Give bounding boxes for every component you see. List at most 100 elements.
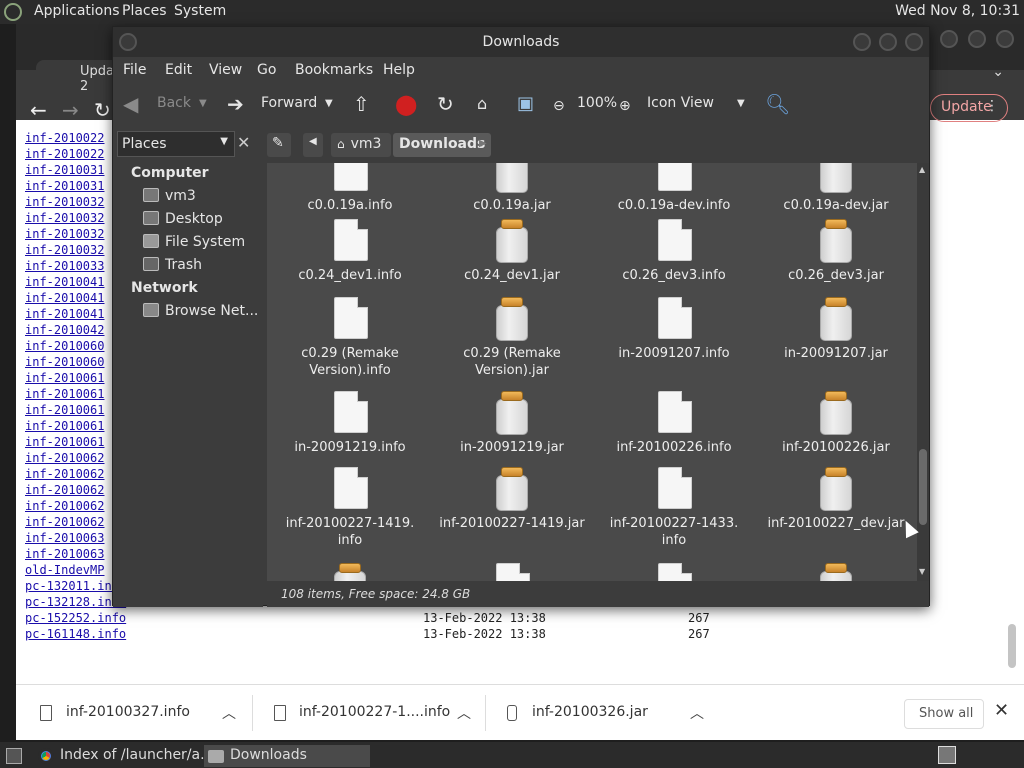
listing-link[interactable]: inf-2010061 <box>25 419 104 433</box>
sidebar-item-trash[interactable]: Trash <box>143 257 202 273</box>
listing-link[interactable]: inf-2010032 <box>25 211 104 225</box>
menu-bookmarks[interactable]: Bookmarks <box>295 62 373 78</box>
listing-link[interactable]: inf-2010032 <box>25 243 104 257</box>
jar-file-item[interactable] <box>275 563 425 581</box>
listing-link[interactable]: inf-2010061 <box>25 371 104 385</box>
info-file-item[interactable]: in-20091207.info <box>599 297 749 362</box>
browser-scrollbar-thumb[interactable] <box>1008 624 1016 668</box>
forward-button[interactable]: Forward <box>261 95 317 111</box>
browser-maximize-button[interactable] <box>968 30 986 48</box>
workspace-switcher[interactable] <box>936 745 958 767</box>
listing-link[interactable]: inf-2010061 <box>25 403 104 417</box>
jar-file-item[interactable]: in-20091207.jar <box>761 297 911 362</box>
back-button[interactable]: Back <box>157 95 191 111</box>
info-file-item[interactable]: c0.0.19a-dev.info <box>599 163 749 214</box>
listing-link[interactable]: inf-2010041 <box>25 291 104 305</box>
scrollbar-thumb[interactable] <box>919 449 927 525</box>
sidebar-item-vm3[interactable]: vm3 <box>143 188 196 204</box>
download-item[interactable]: inf-20100327.info ︿ <box>16 685 252 741</box>
listing-link[interactable]: pc-161148.info <box>25 627 126 641</box>
up-arrow-icon[interactable]: ⇧ <box>353 93 370 115</box>
listing-link[interactable]: inf-2010063 <box>25 531 104 545</box>
forward-dropdown-icon[interactable]: ▼ <box>325 98 333 109</box>
sidebar-type-select[interactable]: Places ▼ <box>117 131 235 157</box>
taskbar-item-downloads[interactable]: Downloads <box>204 745 370 767</box>
show-desktop-button[interactable] <box>2 745 32 767</box>
path-segment-vm3[interactable]: ⌂ vm3 <box>331 133 391 157</box>
jar-file-item[interactable]: in-20091219.jar <box>437 391 587 456</box>
info-file-item[interactable]: c0.0.19a.info <box>275 163 425 214</box>
places-menu[interactable]: Places <box>122 3 167 19</box>
jar-file-item[interactable]: c0.24_dev1.jar <box>437 219 587 284</box>
stop-icon[interactable]: ⬤ <box>395 93 417 115</box>
jar-file-item[interactable]: c0.26_dev3.jar <box>761 219 911 284</box>
info-file-item[interactable] <box>599 563 749 581</box>
listing-link[interactable]: pc-132011.info <box>25 579 126 593</box>
window-menu-button[interactable] <box>119 33 137 51</box>
listing-link[interactable]: inf-2010062 <box>25 499 104 513</box>
chevron-up-icon[interactable]: ︿ <box>457 703 471 723</box>
listing-link[interactable]: inf-2010060 <box>25 339 104 353</box>
listing-link[interactable]: inf-2010060 <box>25 355 104 369</box>
listing-link[interactable]: old-IndevMP <box>25 563 104 577</box>
listing-link[interactable]: inf-2010042 <box>25 323 104 337</box>
sidebar-item-file-system[interactable]: File System <box>143 234 245 250</box>
listing-link[interactable]: inf-2010031 <box>25 163 104 177</box>
kebab-menu-icon[interactable]: ⋮ <box>985 98 999 114</box>
maximize-button[interactable] <box>879 33 897 51</box>
fm-titlebar[interactable]: Downloads <box>113 27 929 57</box>
file-view-scrollbar[interactable]: ▲ ▼ <box>917 163 929 581</box>
back-dropdown-icon[interactable]: ▼ <box>199 98 207 109</box>
listing-link[interactable]: inf-2010062 <box>25 515 104 529</box>
minimize-button[interactable] <box>853 33 871 51</box>
listing-link[interactable]: inf-2010031 <box>25 179 104 193</box>
computer-icon[interactable]: ▣ <box>517 93 534 115</box>
listing-link[interactable]: inf-2010032 <box>25 227 104 241</box>
listing-link[interactable]: inf-2010032 <box>25 195 104 209</box>
jar-file-item[interactable]: c0.29 (Remake Version).jar <box>437 297 587 379</box>
jar-file-item[interactable]: inf-20100226.jar <box>761 391 911 456</box>
scroll-up-icon[interactable]: ▲ <box>919 165 925 174</box>
chevron-up-icon[interactable]: ︿ <box>690 703 704 723</box>
download-item[interactable]: inf-20100227-1....info ︿ <box>252 685 485 741</box>
zoom-level[interactable]: 100% <box>577 95 617 111</box>
chevron-up-icon[interactable]: ︿ <box>222 703 236 723</box>
reload-icon[interactable]: ↻ <box>437 93 454 115</box>
listing-link[interactable]: inf-2010041 <box>25 307 104 321</box>
path-scroll-left-icon[interactable]: ◀ <box>303 133 323 157</box>
scroll-down-icon[interactable]: ▼ <box>919 567 925 576</box>
show-all-button[interactable]: Show all <box>904 699 984 729</box>
listing-link[interactable]: inf-2010062 <box>25 451 104 465</box>
listing-link[interactable]: pc-132128.info <box>25 595 126 609</box>
listing-link[interactable]: inf-2010022 <box>25 147 104 161</box>
close-icon[interactable]: ✕ <box>994 700 1009 721</box>
file-icon-view[interactable]: c0.0.19a.info c0.0.19a.jar c0.0.19a-dev.in… <box>267 163 917 581</box>
info-file-item[interactable]: inf-20100227-1433. info <box>599 467 749 549</box>
browser-minimize-button[interactable] <box>940 30 958 48</box>
sidebar-item-desktop[interactable]: Desktop <box>143 211 223 227</box>
listing-link[interactable]: inf-2010022 <box>25 131 104 145</box>
menu-file[interactable]: File <box>123 62 146 78</box>
info-file-item[interactable]: inf-20100227-1419. info <box>275 467 425 549</box>
close-button[interactable] <box>905 33 923 51</box>
listing-link[interactable]: inf-2010061 <box>25 435 104 449</box>
jar-file-item[interactable]: inf-20100227_dev.jar <box>761 467 911 532</box>
download-item[interactable]: inf-20100326.jar ︿ <box>485 685 718 741</box>
listing-link[interactable]: inf-2010062 <box>25 467 104 481</box>
forward-arrow-icon[interactable]: → <box>62 98 79 122</box>
listing-link[interactable]: inf-2010063 <box>25 547 104 561</box>
zoom-in-icon[interactable]: ⊕ <box>619 95 631 117</box>
menu-edit[interactable]: Edit <box>165 62 192 78</box>
listing-link[interactable]: inf-2010033 <box>25 259 104 273</box>
clock[interactable]: Wed Nov 8, 10:31 <box>895 3 1020 19</box>
back-arrow-icon[interactable]: ← <box>30 98 47 122</box>
close-icon[interactable]: ✕ <box>237 133 250 152</box>
listing-link[interactable]: pc-152252.info <box>25 611 126 625</box>
menu-view[interactable]: View <box>209 62 242 78</box>
info-file-item[interactable] <box>437 563 587 581</box>
info-file-item[interactable]: c0.29 (Remake Version).info <box>275 297 425 379</box>
view-mode-select[interactable]: Icon View <box>647 95 714 111</box>
applications-menu[interactable]: Applications <box>34 3 120 19</box>
system-menu[interactable]: System <box>174 3 226 19</box>
listing-link[interactable]: inf-2010041 <box>25 275 104 289</box>
